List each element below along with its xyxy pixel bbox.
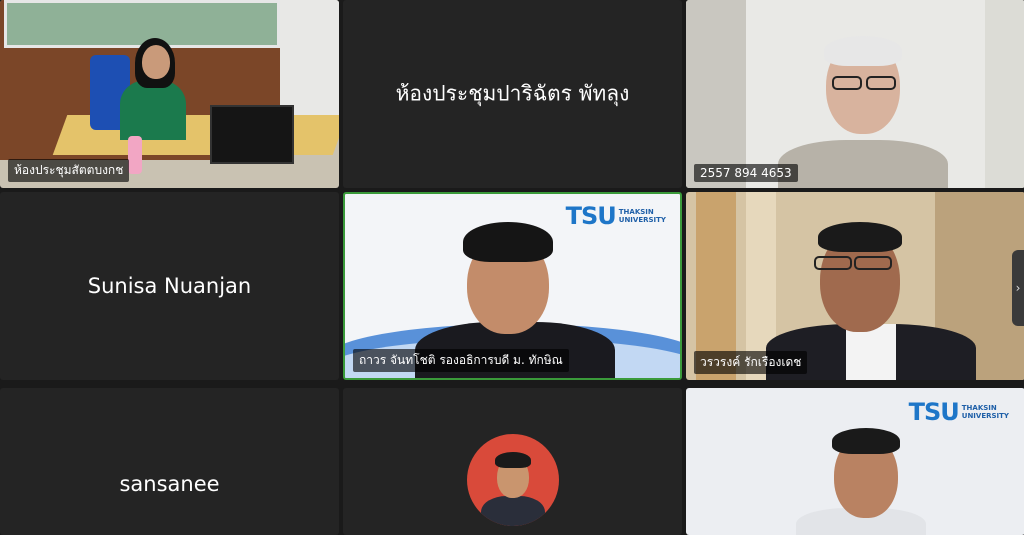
tsu-logo: TSU THAKSIN UNIVERSITY: [908, 398, 1009, 426]
participant-tile-5[interactable]: TSU THAKSIN UNIVERSITY ถาวร จันทโชติ รองอ…: [343, 192, 682, 380]
participant-tile-9[interactable]: TSU THAKSIN UNIVERSITY: [686, 388, 1024, 535]
video-feed: TSU THAKSIN UNIVERSITY: [686, 388, 1024, 535]
video-feed: [686, 0, 1024, 188]
participant-tile-3[interactable]: 2557 894 4653: [686, 0, 1024, 188]
participant-name-label: ห้องประชุมสัตตบงกช: [8, 159, 130, 182]
participant-tile-7[interactable]: sansanee: [0, 388, 339, 535]
participant-tile-8[interactable]: [343, 388, 682, 535]
participant-name: ห้องประชุมปาริฉัตร พัทลุง: [395, 81, 630, 106]
chevron-right-icon: ›: [1015, 281, 1021, 295]
participant-tile-1[interactable]: ห้องประชุมสัตตบงกช: [0, 0, 339, 188]
participant-tile-4[interactable]: Sunisa Nuanjan: [0, 192, 339, 380]
participant-name: sansanee: [119, 472, 220, 496]
participant-tile-2[interactable]: ห้องประชุมปาริฉัตร พัทลุง: [343, 0, 682, 188]
participant-name: Sunisa Nuanjan: [87, 274, 252, 298]
participant-name-label: ถาวร จันทโชติ รองอธิการบดี ม. ทักษิณ: [353, 349, 569, 372]
profile-avatar: [467, 434, 559, 526]
participant-name-label: วรวรงค์ รักเรืองเดช: [694, 351, 808, 374]
participant-tile-6[interactable]: วรวรงค์ รักเรืองเดช: [686, 192, 1024, 380]
participant-name-label: 2557 894 4653: [694, 164, 798, 182]
next-page-button[interactable]: ›: [1012, 250, 1024, 326]
tsu-logo: TSU THAKSIN UNIVERSITY: [565, 202, 666, 230]
